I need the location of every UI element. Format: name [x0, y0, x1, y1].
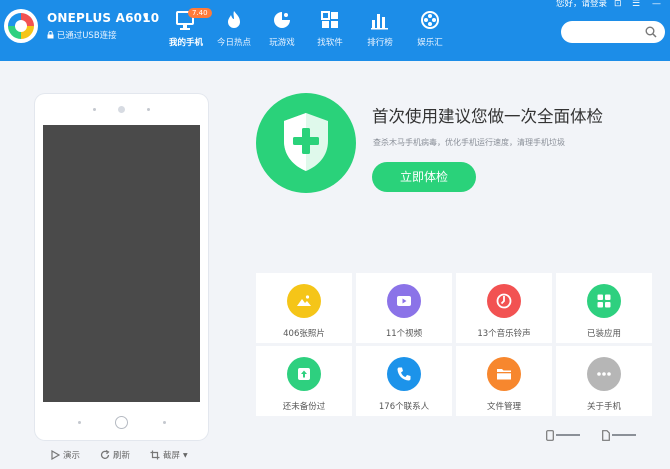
- tile-backup[interactable]: 还未备份过: [256, 346, 352, 416]
- nav-entertainment[interactable]: 娱乐汇: [406, 9, 454, 55]
- film-reel-icon: [421, 11, 439, 29]
- tile-label: 176个联系人: [378, 402, 430, 412]
- home-button: [115, 416, 128, 429]
- contact-phone-icon: [387, 357, 421, 391]
- nav-hot-news[interactable]: 今日热点: [210, 9, 258, 55]
- play-icon: [51, 450, 60, 460]
- lock-icon: [47, 30, 54, 39]
- photo-icon: [287, 284, 321, 318]
- start-check-button[interactable]: 立即体检: [372, 162, 476, 192]
- chevron-down-icon: ▼: [183, 451, 188, 459]
- folder-icon: [487, 357, 521, 391]
- chevron-down-icon[interactable]: ▼: [143, 13, 148, 21]
- bar-chart-icon: [371, 14, 388, 30]
- screenshot-button[interactable]: 截屏 ▼: [150, 449, 188, 461]
- tile-label: 关于手机: [586, 402, 621, 412]
- crop-icon: [150, 450, 160, 460]
- nav-label: 今日热点: [216, 38, 251, 48]
- phone-screen[interactable]: [43, 125, 200, 402]
- tile-label: 已装应用: [586, 329, 621, 339]
- tile-label: 文件管理: [486, 402, 521, 412]
- usb-status-text: 已通过USB连接: [56, 31, 117, 41]
- tile-file-manager[interactable]: 文件管理: [456, 346, 552, 416]
- nav-label: 娱乐汇: [417, 38, 443, 48]
- tile-contacts[interactable]: 176个联系人: [356, 346, 452, 416]
- tile-installed-apps[interactable]: 已装应用: [556, 273, 652, 343]
- screenshot-label: 截屏: [163, 451, 181, 461]
- nav-my-phone[interactable]: 7.40 我的手机: [162, 8, 212, 55]
- camera-dot: [118, 106, 125, 113]
- nav-rankings[interactable]: 排行榜: [356, 9, 404, 55]
- login-link[interactable]: 您好，请登录: [556, 0, 607, 9]
- storage-bar: [612, 434, 636, 436]
- sensor-dot: [93, 108, 96, 111]
- shield-plus-icon: [284, 113, 328, 171]
- more-icon: [587, 357, 621, 391]
- demo-label: 演示: [63, 451, 81, 461]
- tile-about-phone[interactable]: 关于手机: [556, 346, 652, 416]
- tile-label: 406张照片: [283, 329, 325, 339]
- backup-icon: [287, 357, 321, 391]
- skin-icon[interactable]: ⊡: [614, 0, 622, 9]
- gamepad-icon: [274, 12, 290, 28]
- search-icon[interactable]: [645, 26, 657, 38]
- nav-find-software[interactable]: 找软件: [306, 9, 354, 55]
- refresh-icon: [100, 450, 110, 459]
- top-header: ONEPLUS A6010 ▼ 已通过USB连接 7.40 我的手机 今日热点 …: [0, 0, 670, 61]
- hero-subtitle: 查杀木马手机病毒，优化手机运行速度，清理手机垃圾: [373, 138, 565, 147]
- usb-status: 已通过USB连接: [47, 29, 117, 41]
- tile-label: 13个音乐铃声: [477, 329, 531, 339]
- health-check-badge: [256, 93, 356, 193]
- back-key-dot: [78, 421, 81, 424]
- refresh-button[interactable]: 刷新: [100, 449, 130, 461]
- nav-badge: 7.40: [188, 8, 212, 18]
- phone-storage-toggle[interactable]: [546, 429, 580, 441]
- apps-grid-icon: [321, 11, 338, 28]
- phone-preview: [35, 94, 208, 440]
- refresh-label: 刷新: [113, 451, 131, 461]
- tile-label: 还未备份过: [282, 402, 326, 412]
- demo-button[interactable]: 演示: [50, 449, 80, 461]
- music-icon: [487, 284, 521, 318]
- sd-card-icon: [602, 429, 610, 441]
- phone-small-icon: [546, 429, 554, 441]
- nav-games[interactable]: 玩游戏: [258, 9, 306, 55]
- storage-bar: [556, 434, 580, 436]
- app-logo-icon[interactable]: [4, 9, 38, 43]
- menu-key-dot: [163, 421, 166, 424]
- nav-label: 排行榜: [367, 38, 393, 48]
- nav-label: 玩游戏: [269, 38, 295, 48]
- flame-icon: [228, 11, 240, 28]
- tile-photos[interactable]: 406张照片: [256, 273, 352, 343]
- nav-label: 找软件: [317, 38, 343, 48]
- video-icon: [387, 284, 421, 318]
- apps-icon: [587, 284, 621, 318]
- hero-title: 首次使用建议您做一次全面体检: [372, 107, 603, 126]
- tile-videos[interactable]: 11个视频: [356, 273, 452, 343]
- sensor-dot: [147, 108, 150, 111]
- minimize-icon[interactable]: —: [652, 0, 661, 9]
- tile-ringtones[interactable]: 13个音乐铃声: [456, 273, 552, 343]
- nav-label: 我的手机: [168, 38, 203, 48]
- menu-icon[interactable]: ☰: [632, 0, 640, 9]
- tile-label: 11个视频: [385, 329, 423, 339]
- sd-storage-toggle[interactable]: [602, 429, 636, 441]
